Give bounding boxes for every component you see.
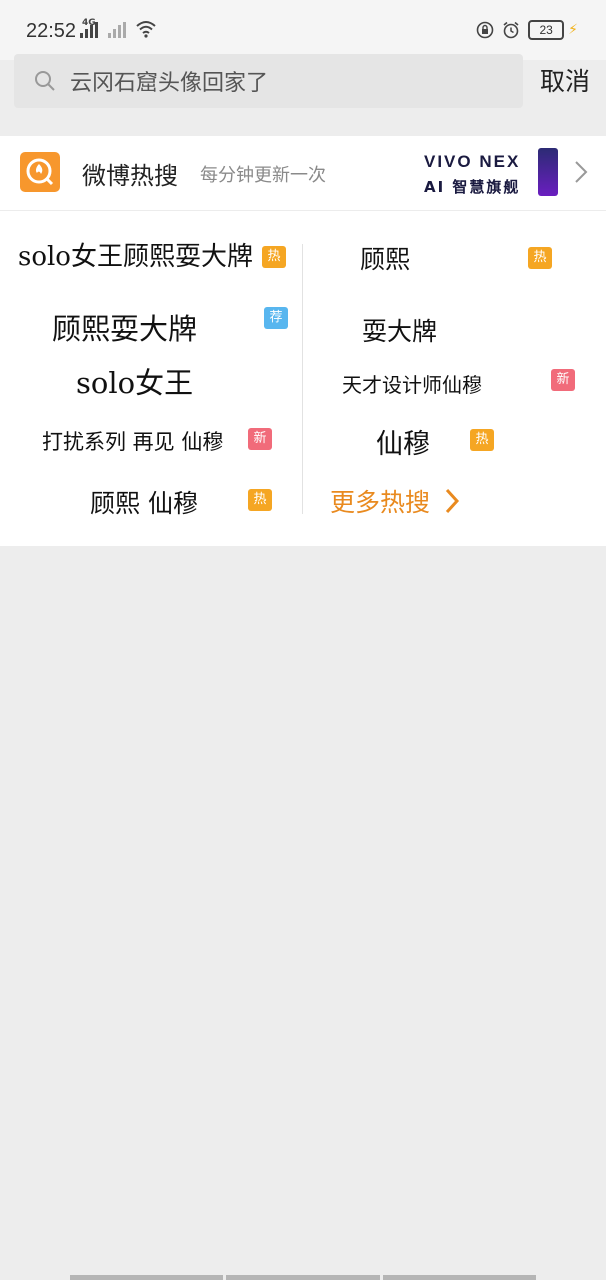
hot-badge: 热 <box>528 247 552 269</box>
hot-item-right-1[interactable]: 顾熙 <box>360 240 410 276</box>
hot-item-right-2[interactable]: 耍大牌 <box>362 312 437 348</box>
more-hot-search-link[interactable]: 更多热搜 <box>330 483 460 519</box>
search-query: 云冈石窟头像回家了 <box>70 71 269 96</box>
ad-tagline: AI 智慧旗舰 <box>424 178 521 196</box>
chevron-right-icon <box>575 161 588 183</box>
signal-secondary-icon <box>108 22 126 38</box>
signal-icon <box>80 22 98 38</box>
hot-search-card: 微博热搜 每分钟更新一次 VIVO NEX AI 智慧旗舰 solo女王顾熙耍大… <box>0 136 606 546</box>
hot-badge: 热 <box>248 489 272 511</box>
new-badge: 新 <box>551 369 575 391</box>
hot-item-left-4[interactable]: 打扰系列 再见 仙穆 <box>42 426 223 456</box>
hot-item-left-1[interactable]: solo女王顾熙耍大牌 <box>18 236 253 273</box>
search-input[interactable]: 云冈石窟头像回家了 <box>14 54 523 108</box>
hot-item-left-5[interactable]: 顾熙 仙穆 <box>90 484 198 520</box>
hot-search-header[interactable]: 微博热搜 每分钟更新一次 VIVO NEX AI 智慧旗舰 <box>0 136 606 211</box>
hot-item-right-4[interactable]: 仙穆 <box>376 422 430 461</box>
ad-brand: VIVO NEX <box>424 152 521 171</box>
recommend-badge: 荐 <box>264 307 288 329</box>
column-divider <box>302 244 303 514</box>
navigation-bar-hint <box>70 1275 536 1280</box>
lock-rotation-icon <box>476 21 494 39</box>
hot-badge: 热 <box>470 429 494 451</box>
phone-image <box>538 148 558 196</box>
charging-icon: ⚡ <box>568 22 578 38</box>
status-bar: 22:52 4G 23 ⚡ <box>0 0 606 60</box>
hot-badge: 热 <box>262 246 286 268</box>
hot-search-title: 微博热搜 <box>82 162 178 190</box>
hot-search-subtitle: 每分钟更新一次 <box>200 165 326 186</box>
hot-item-right-3[interactable]: 天才设计师仙穆 <box>342 369 482 398</box>
status-time: 22:52 <box>26 20 77 42</box>
hot-item-left-2[interactable]: 顾熙耍大牌 <box>52 306 197 348</box>
alarm-icon <box>503 21 519 39</box>
hot-item-left-3[interactable]: solo女王 <box>76 360 193 402</box>
weibo-hot-logo-icon <box>20 152 60 192</box>
battery-level: 23 <box>528 20 565 40</box>
search-icon <box>35 71 55 91</box>
wifi-icon <box>136 21 156 38</box>
more-hot-search-label: 更多热搜 <box>330 488 431 517</box>
cancel-button[interactable]: 取消 <box>532 64 598 100</box>
ad-banner[interactable]: VIVO NEX AI 智慧旗舰 <box>424 148 564 200</box>
chevron-right-icon <box>445 488 460 514</box>
new-badge: 新 <box>248 428 272 450</box>
